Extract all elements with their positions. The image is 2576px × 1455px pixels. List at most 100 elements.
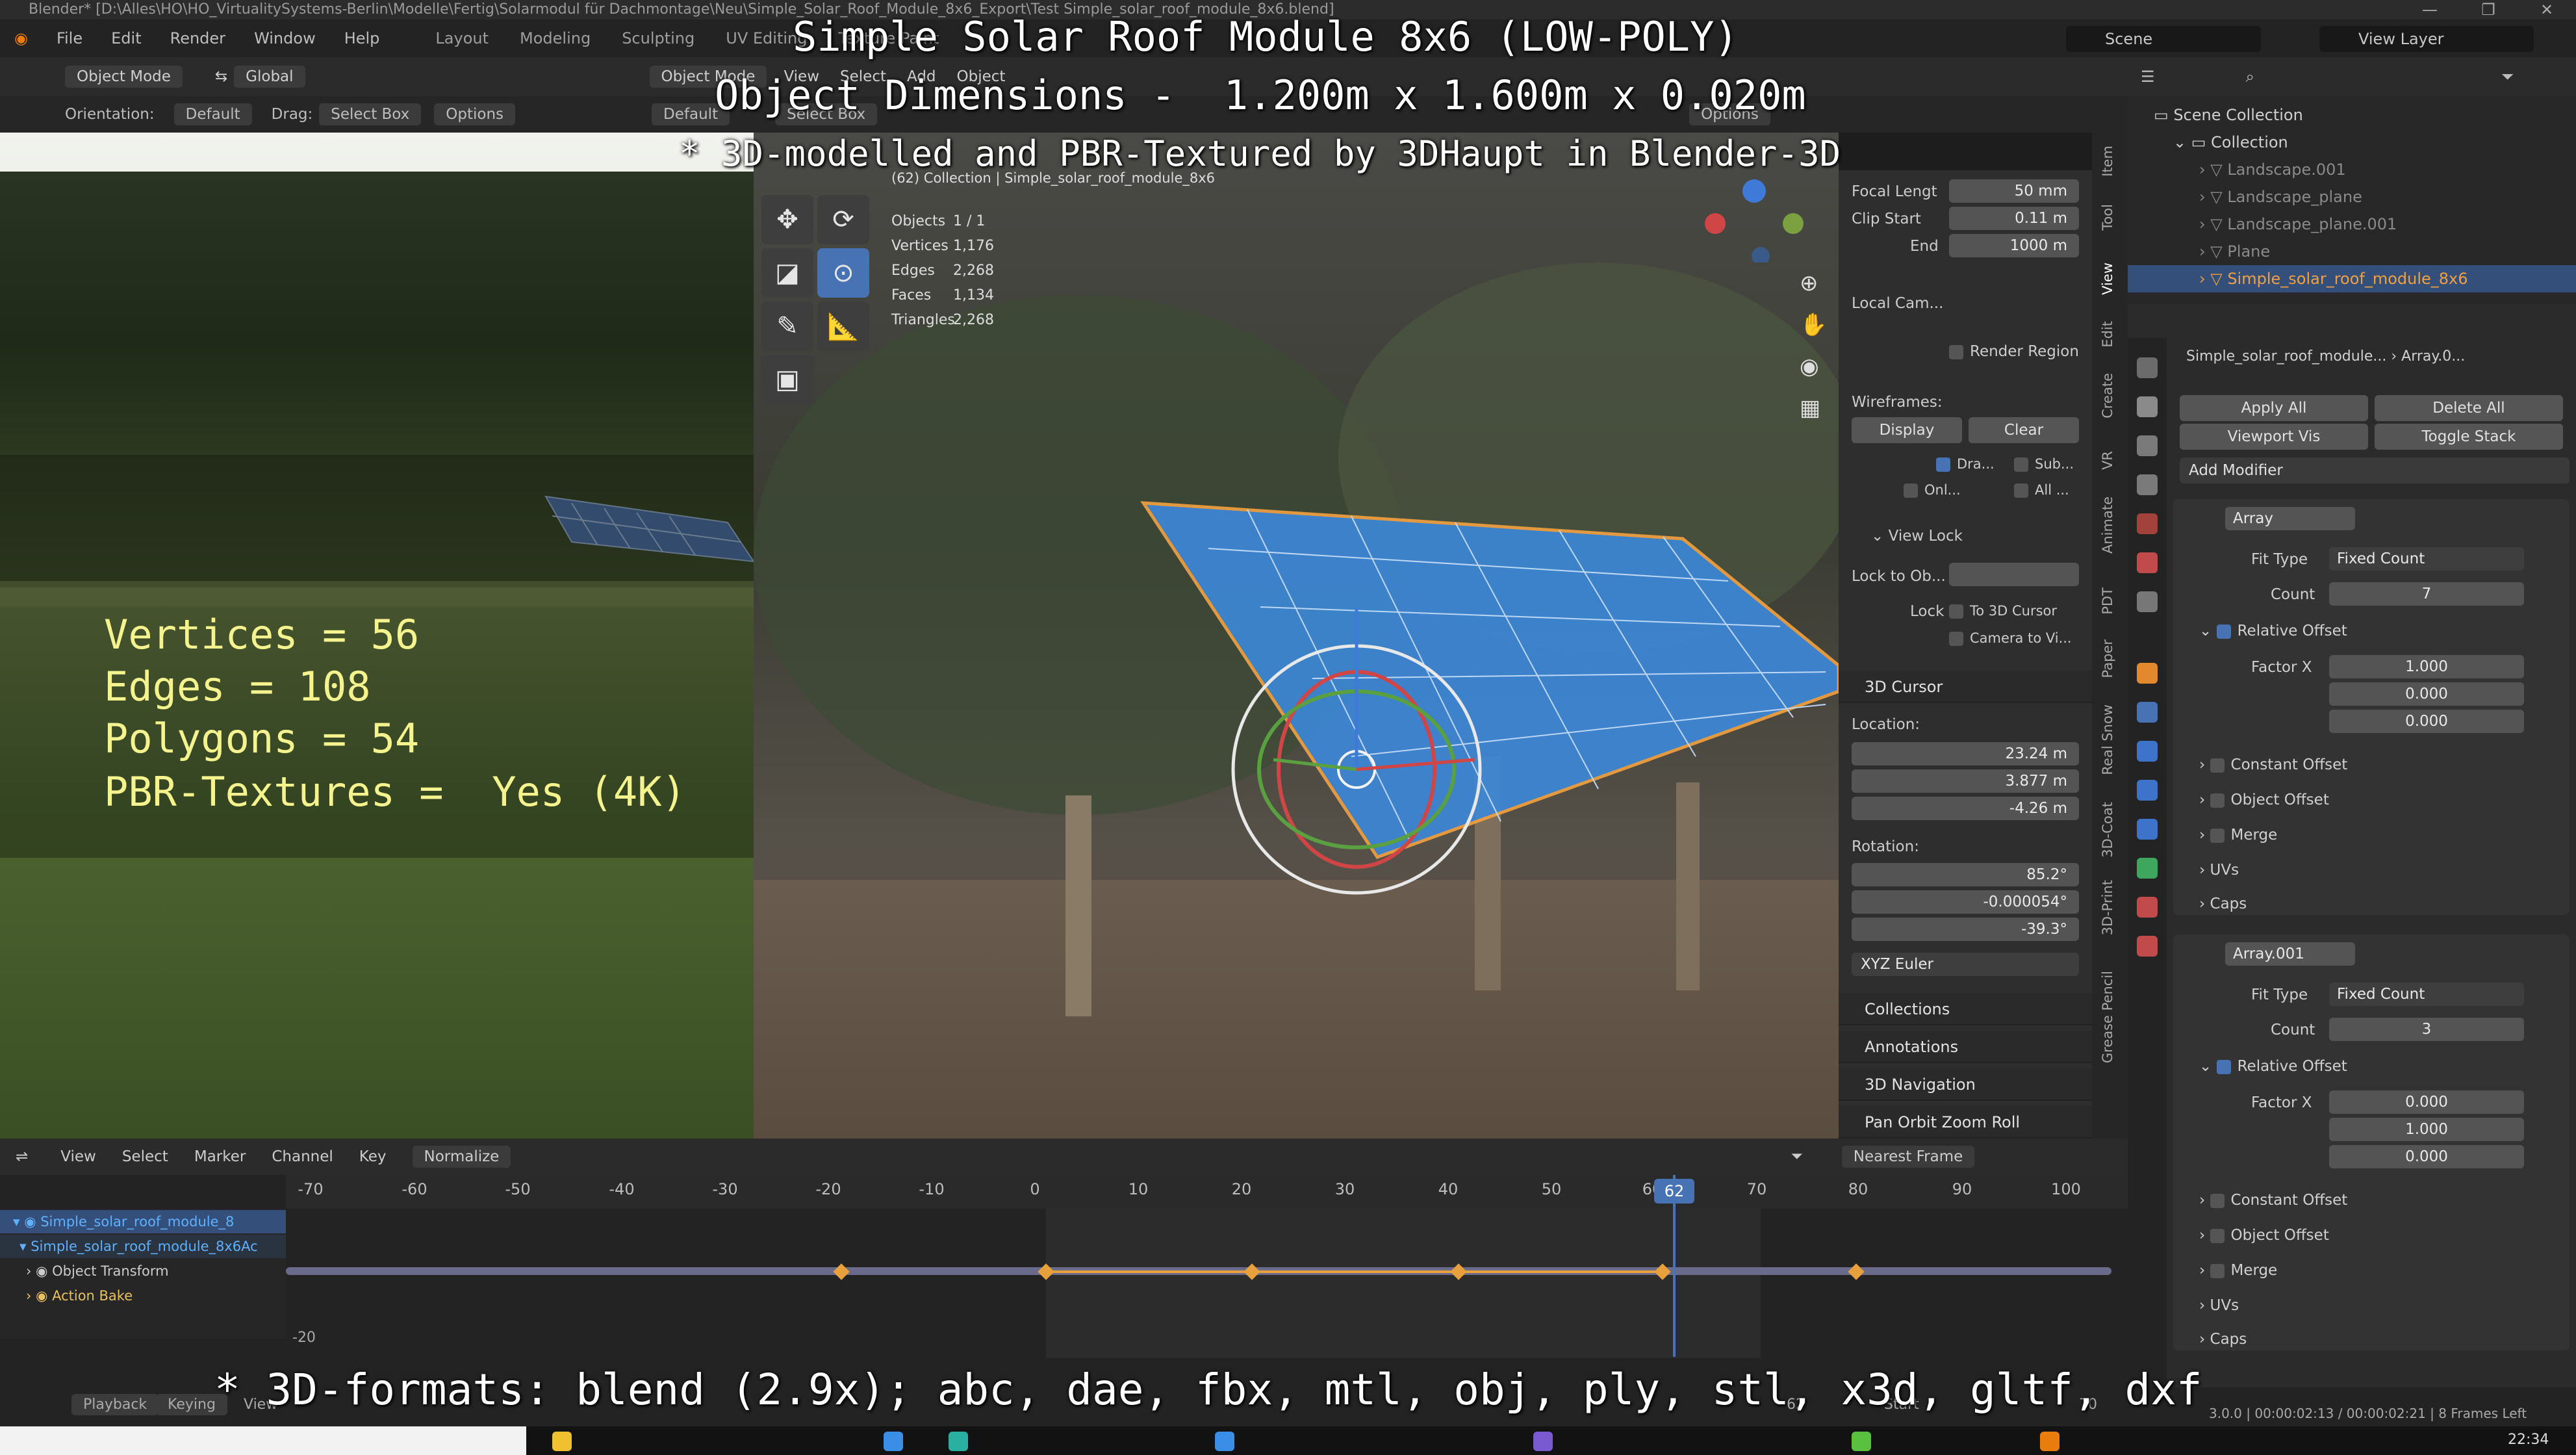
- rotate-tool-icon[interactable]: ⟳: [817, 195, 869, 244]
- current-frame-indicator[interactable]: 62: [1654, 1179, 1694, 1204]
- pan-orbit-panel-header[interactable]: Pan Orbit Zoom Roll: [1839, 1106, 2092, 1139]
- uvs-row[interactable]: › UVs: [2199, 1297, 2239, 1314]
- cursor-rotation-x[interactable]: 85.2°: [1852, 863, 2079, 886]
- menu-window[interactable]: Window: [240, 29, 330, 47]
- count-field[interactable]: 3: [2329, 1018, 2524, 1041]
- playback-menu[interactable]: Playback: [71, 1394, 159, 1415]
- modifier-name-field[interactable]: Array.001: [2225, 942, 2355, 966]
- fit-type-dropdown[interactable]: Fixed Count: [2329, 547, 2524, 571]
- texture-props-icon[interactable]: [2137, 936, 2158, 957]
- physics-props-icon[interactable]: [2137, 780, 2158, 801]
- render-region-checkbox[interactable]: Render Region: [1949, 343, 2079, 360]
- outliner-search-icon[interactable]: ⌕: [2246, 68, 2254, 86]
- 3d-cursor-panel-header[interactable]: 3D Cursor: [1839, 671, 2092, 703]
- workspace-tab-sculpting[interactable]: Sculpting: [606, 29, 710, 47]
- view-layer-props-icon[interactable]: [2137, 474, 2158, 495]
- add-modifier-dropdown[interactable]: Add Modifier: [2180, 457, 2570, 483]
- outliner-item[interactable]: › ▽ Landscape.001: [2128, 156, 2576, 183]
- channel-action[interactable]: ▾ Simple_solar_roof_module_8x6Ac: [0, 1235, 286, 1258]
- snap-dropdown[interactable]: Nearest Frame: [1841, 1146, 1975, 1168]
- app-icon[interactable]: [949, 1432, 968, 1451]
- workspace-tab-modeling[interactable]: Modeling: [504, 29, 606, 47]
- tab-grease-pencil[interactable]: Grease Pencil: [2100, 971, 2115, 1063]
- clip-end-field[interactable]: 1000 m: [1949, 234, 2079, 257]
- rotation-mode-dropdown[interactable]: XYZ Euler: [1852, 953, 2079, 976]
- cursor-location-y[interactable]: 3.877 m: [1852, 769, 2079, 793]
- apply-all-button[interactable]: Apply All: [2180, 395, 2368, 421]
- object-props-icon[interactable]: [2137, 663, 2158, 684]
- factor-z-field[interactable]: 0.000: [2329, 710, 2524, 733]
- all-checkbox[interactable]: All ...: [2014, 482, 2069, 498]
- factor-x-field[interactable]: 1.000: [2329, 655, 2524, 678]
- caps-row[interactable]: › Caps: [2199, 1331, 2247, 1348]
- outliner-item-selected[interactable]: › ▽ Simple_solar_roof_module_8x6: [2128, 265, 2576, 292]
- cursor-location-x[interactable]: 23.24 m: [1852, 742, 2079, 766]
- maximize-button[interactable]: ❐: [2459, 0, 2518, 19]
- minimize-button[interactable]: —: [2401, 0, 2459, 19]
- app-icon[interactable]: [1852, 1432, 1871, 1451]
- delete-all-button[interactable]: Delete All: [2375, 395, 2563, 421]
- constraints-props-icon[interactable]: [2137, 819, 2158, 840]
- tab-pdt[interactable]: PDT: [2100, 587, 2115, 615]
- transform-tool-icon[interactable]: ⊙: [817, 248, 869, 298]
- tab-3d-coat[interactable]: 3D-Coat: [2100, 802, 2115, 858]
- menu-help[interactable]: Help: [330, 29, 394, 47]
- scene-props-icon[interactable]: [2137, 513, 2158, 534]
- wireframe-clear-button[interactable]: Clear: [1969, 417, 2079, 443]
- menu-channel[interactable]: Channel: [272, 1148, 333, 1165]
- clip-start-field[interactable]: 0.11 m: [1949, 207, 2079, 230]
- only-checkbox[interactable]: Onl...: [1904, 482, 1961, 498]
- tab-vr[interactable]: VR: [2100, 451, 2115, 470]
- outliner-scene-collection[interactable]: ▭ Scene Collection: [2128, 101, 2576, 129]
- filter-icon[interactable]: ⏷: [1791, 1148, 1802, 1165]
- scale-tool-icon[interactable]: ◪: [761, 248, 813, 298]
- wireframe-display-button[interactable]: Display: [1852, 417, 1962, 443]
- menu-render[interactable]: Render: [156, 29, 240, 47]
- tab-item[interactable]: Item: [2100, 146, 2115, 177]
- world-props-icon[interactable]: [2137, 552, 2158, 573]
- sub-checkbox[interactable]: Sub...: [2014, 456, 2074, 472]
- transform-orientation[interactable]: Global: [234, 66, 305, 88]
- count-field[interactable]: 7: [2329, 582, 2524, 606]
- menu-marker[interactable]: Marker: [194, 1148, 246, 1165]
- blender-logo-icon[interactable]: ◉: [0, 29, 42, 47]
- particles-props-icon[interactable]: [2137, 741, 2158, 762]
- constant-offset-row[interactable]: › Constant Offset: [2199, 1192, 2347, 1209]
- tab-animate[interactable]: Animate: [2100, 496, 2115, 554]
- lock-object-field[interactable]: [1949, 563, 2079, 586]
- editor-type-icon[interactable]: ⇌: [16, 1148, 28, 1165]
- channel-summary[interactable]: ▾ ◉ Simple_solar_roof_module_8: [0, 1210, 286, 1233]
- view-layer-selector[interactable]: View Layer: [2319, 26, 2534, 52]
- filter-icon[interactable]: ⏷: [2501, 68, 2514, 86]
- transform-icon[interactable]: ⇆: [215, 68, 227, 85]
- outliner-collection[interactable]: ⌄ ▭ Collection: [2128, 129, 2576, 156]
- search-box[interactable]: [0, 1426, 526, 1455]
- move-tool-icon[interactable]: ✥: [761, 195, 813, 244]
- menu-view[interactable]: View: [60, 1148, 96, 1165]
- app-icon[interactable]: [1533, 1432, 1553, 1451]
- tab-create[interactable]: Create: [2100, 373, 2115, 418]
- output-props-icon[interactable]: [2137, 435, 2158, 456]
- material-props-icon[interactable]: [2137, 897, 2158, 918]
- scene-selector[interactable]: Scene: [2066, 26, 2261, 52]
- render-props-icon[interactable]: [2137, 396, 2158, 417]
- tab-tool[interactable]: Tool: [2100, 204, 2115, 231]
- menu-edit[interactable]: Edit: [97, 29, 155, 47]
- lock-to-cursor-checkbox[interactable]: To 3D Cursor: [1949, 603, 2057, 619]
- annotations-panel-header[interactable]: Annotations: [1839, 1031, 2092, 1063]
- view-lock-header[interactable]: ⌄ View Lock: [1871, 528, 1963, 545]
- merge-row[interactable]: › Merge: [2199, 827, 2277, 843]
- toggle-stack-button[interactable]: Toggle Stack: [2375, 424, 2563, 450]
- factor-y-field[interactable]: 0.000: [2329, 682, 2524, 706]
- menu-select[interactable]: Select: [122, 1148, 168, 1165]
- relative-offset-checkbox[interactable]: ⌄ Relative Offset: [2199, 1058, 2347, 1075]
- tab-real-snow[interactable]: Real Snow: [2100, 704, 2115, 775]
- object-offset-row[interactable]: › Object Offset: [2199, 792, 2329, 808]
- outliner-item[interactable]: › ▽ Landscape_plane: [2128, 183, 2576, 211]
- cursor-location-z[interactable]: -4.26 m: [1852, 797, 2079, 820]
- channel-object-transform[interactable]: › ◉ Object Transform: [0, 1259, 286, 1283]
- browser-icon[interactable]: [884, 1432, 903, 1451]
- display-mode-icon[interactable]: ☰: [2141, 68, 2155, 86]
- focal-length-field[interactable]: 50 mm: [1949, 179, 2079, 203]
- factor-z-field[interactable]: 0.000: [2329, 1145, 2524, 1168]
